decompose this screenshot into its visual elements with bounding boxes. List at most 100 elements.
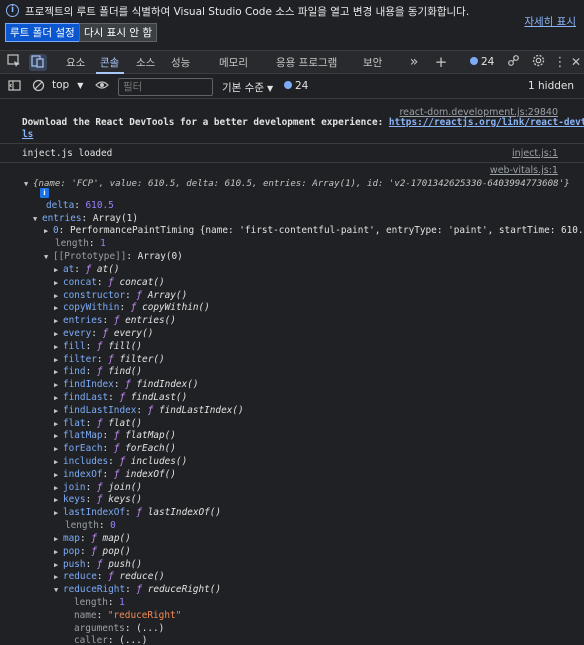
- infobar-message: 프로젝트의 루트 폴더를 식별하여 Visual Studio Code 소스 …: [25, 6, 470, 18]
- devtools-tabbar: 요소 콘솔 소스 성능 메모리 응용 프로그램 보안 » + 24 ⋮ ✕: [0, 50, 584, 74]
- prop-method[interactable]: ▶ constructor: ƒ Array(): [54, 290, 187, 303]
- prop-method[interactable]: ▶ concat: ƒ concat(): [54, 277, 165, 290]
- collapsed-triangle-icon: ▶: [54, 573, 59, 582]
- collapsed-triangle-icon: ▶: [54, 458, 59, 466]
- console-message-inject: inject.js:1 inject.js loaded: [0, 144, 584, 163]
- prop-method[interactable]: ▶ flat: ƒ flat(): [54, 418, 142, 431]
- prop-delta: delta: 610.5: [46, 200, 114, 211]
- collapsed-triangle-icon: ▶: [54, 381, 59, 390]
- expanded-triangle-icon: ▼: [24, 180, 29, 188]
- log-levels-dropdown[interactable]: 기본 수준 ▼: [222, 80, 273, 95]
- collapsed-triangle-icon: ▶: [54, 394, 59, 402]
- hidden-count: 1 hidden: [528, 80, 575, 92]
- prop-method[interactable]: ▶ includes: ƒ includes(): [54, 456, 187, 469]
- vitals-object-summary[interactable]: ▼ {name: 'FCP', value: 610.5, delta: 610.…: [24, 178, 570, 191]
- inspect-element-icon[interactable]: [5, 54, 23, 71]
- issues-dot-icon: [470, 57, 478, 65]
- log-levels-label: 기본 수준: [222, 82, 264, 94]
- prop-method[interactable]: ▶ fill: ƒ fill(): [54, 341, 142, 354]
- tab-security[interactable]: 보안: [363, 55, 382, 70]
- settings-gear-icon[interactable]: [529, 54, 547, 71]
- prop-method[interactable]: ▶ join: ƒ join(): [54, 482, 142, 495]
- console-output: react-dom.development.js:29840 Download …: [0, 100, 584, 645]
- prop-caller[interactable]: caller: (...): [74, 635, 147, 645]
- context-selector[interactable]: top ▼: [52, 79, 83, 91]
- active-tab-indicator: [96, 72, 124, 74]
- collapsed-triangle-icon: ▶: [54, 547, 59, 556]
- add-tab-icon[interactable]: +: [432, 54, 450, 71]
- prop-method[interactable]: ▶ forEach: ƒ forEach(): [54, 443, 176, 456]
- prop-entries[interactable]: ▼ entries: Array(1): [33, 213, 138, 226]
- clear-console-icon[interactable]: [29, 79, 47, 96]
- collapsed-triangle-icon: ▶: [54, 406, 59, 415]
- prop-length: length: 1: [74, 597, 125, 608]
- collapsed-triangle-icon: ▶: [54, 560, 59, 569]
- info-icon: i: [6, 4, 19, 17]
- connection-icon[interactable]: [504, 54, 522, 71]
- tab-sources[interactable]: 소스: [136, 55, 155, 70]
- prop-method[interactable]: ▶ lastIndexOf: ƒ lastIndexOf(): [54, 507, 221, 520]
- filter-input[interactable]: [118, 78, 213, 96]
- expanded-triangle-icon: ▼: [44, 253, 49, 261]
- collapsed-triangle-icon: ▶: [54, 445, 59, 454]
- info-i-icon: i: [40, 188, 49, 198]
- prop-method[interactable]: ▶ at: ƒ at(): [54, 264, 119, 277]
- prop-method[interactable]: ▶ every: ƒ every(): [54, 328, 153, 341]
- prop-method[interactable]: ▶ push: ƒ push(): [54, 559, 142, 572]
- source-link[interactable]: inject.js:1: [512, 148, 558, 159]
- collapsed-triangle-icon: ▶: [54, 291, 59, 300]
- prop-prototype[interactable]: ▼ [[Prototype]]: Array(0): [44, 251, 183, 264]
- collapsed-triangle-icon: ▶: [54, 278, 59, 287]
- tab-application[interactable]: 응용 프로그램: [276, 55, 337, 70]
- prop-method[interactable]: ▶ findIndex: ƒ findIndex(): [54, 379, 199, 392]
- prop-name: name: "reduceRight": [74, 609, 182, 621]
- close-devtools-icon[interactable]: ✕: [567, 54, 584, 71]
- prop-method[interactable]: ▶ find: ƒ find(): [54, 366, 142, 379]
- tab-console[interactable]: 콘솔: [100, 55, 119, 70]
- prop-method[interactable]: ▶ filter: ƒ filter(): [54, 354, 165, 367]
- message-text-wrap: ls: [22, 129, 33, 140]
- message-text: Download the React DevTools for a better…: [22, 117, 584, 128]
- prop-method[interactable]: ▶ findLastIndex: ƒ findLastIndex(): [54, 405, 244, 418]
- collapsed-triangle-icon: ▶: [54, 483, 59, 492]
- sidebar-toggle-icon[interactable]: [5, 79, 23, 96]
- console-toolbar: top▼ 기본 수준▼ 24 1 hidden: [0, 75, 584, 99]
- dont-show-again-button[interactable]: 다시 표시 안 함: [79, 23, 157, 42]
- collapsed-triangle-icon: ▶: [54, 432, 59, 441]
- live-expression-eye-icon[interactable]: [93, 79, 111, 96]
- prop-method[interactable]: ▶ map: ƒ map(): [54, 533, 131, 546]
- prop-method[interactable]: ▶ copyWithin: ƒ copyWithin(): [54, 302, 210, 315]
- device-toolbar-icon[interactable]: [29, 54, 47, 71]
- prop-method[interactable]: ▶ reduce: ƒ reduce(): [54, 571, 165, 584]
- collapsed-triangle-icon: ▶: [54, 368, 59, 377]
- prop-method[interactable]: ▶ indexOf: ƒ indexOf(): [54, 469, 176, 482]
- collapsed-triangle-icon: ▶: [54, 342, 59, 351]
- prop-entry-0[interactable]: ▶ 0: PerformancePaintTiming {name: 'first…: [44, 225, 584, 238]
- more-tabs-icon[interactable]: »: [405, 54, 423, 71]
- chevron-down-icon: ▼: [77, 81, 84, 90]
- tab-memory[interactable]: 메모리: [219, 55, 248, 70]
- prop-method[interactable]: ▶ pop: ƒ pop(): [54, 546, 131, 559]
- console-message-react: react-dom.development.js:29840 Download …: [0, 100, 584, 144]
- prop-arguments[interactable]: arguments: (...): [74, 623, 164, 636]
- prop-method[interactable]: ▶ keys: ƒ keys(): [54, 494, 142, 507]
- prop-method[interactable]: ▶ entries: ƒ entries(): [54, 315, 176, 328]
- learn-more-link[interactable]: 자세히 표시: [524, 14, 576, 29]
- expanded-triangle-icon: ▼: [33, 215, 38, 223]
- tab-performance[interactable]: 성능: [171, 55, 190, 70]
- message-dot-icon: [284, 81, 292, 89]
- source-link-vitals[interactable]: web-vitals.js:1: [490, 165, 558, 176]
- prop-reduceRight[interactable]: ▼ reduceRight: ƒ reduceRight(): [54, 584, 221, 597]
- devtools-link-continued[interactable]: ls: [22, 129, 33, 140]
- message-count[interactable]: 24: [284, 80, 308, 92]
- prop-method[interactable]: ▶ flatMap: ƒ flatMap(): [54, 430, 176, 443]
- issues-badge[interactable]: 24: [470, 56, 494, 68]
- collapsed-triangle-icon: ▶: [54, 419, 59, 428]
- prop-length-0: length: 0: [65, 520, 116, 531]
- prop-method[interactable]: ▶ findLast: ƒ findLast(): [54, 392, 187, 405]
- infobar: i 프로젝트의 루트 폴더를 식별하여 Visual Studio Code 소…: [0, 0, 584, 46]
- collapsed-triangle-icon: ▶: [54, 266, 59, 274]
- tab-elements[interactable]: 요소: [66, 55, 85, 70]
- set-root-folder-button[interactable]: 루트 폴더 설정: [5, 23, 80, 42]
- devtools-link[interactable]: https://reactjs.org/link/react-devtoo: [389, 117, 584, 128]
